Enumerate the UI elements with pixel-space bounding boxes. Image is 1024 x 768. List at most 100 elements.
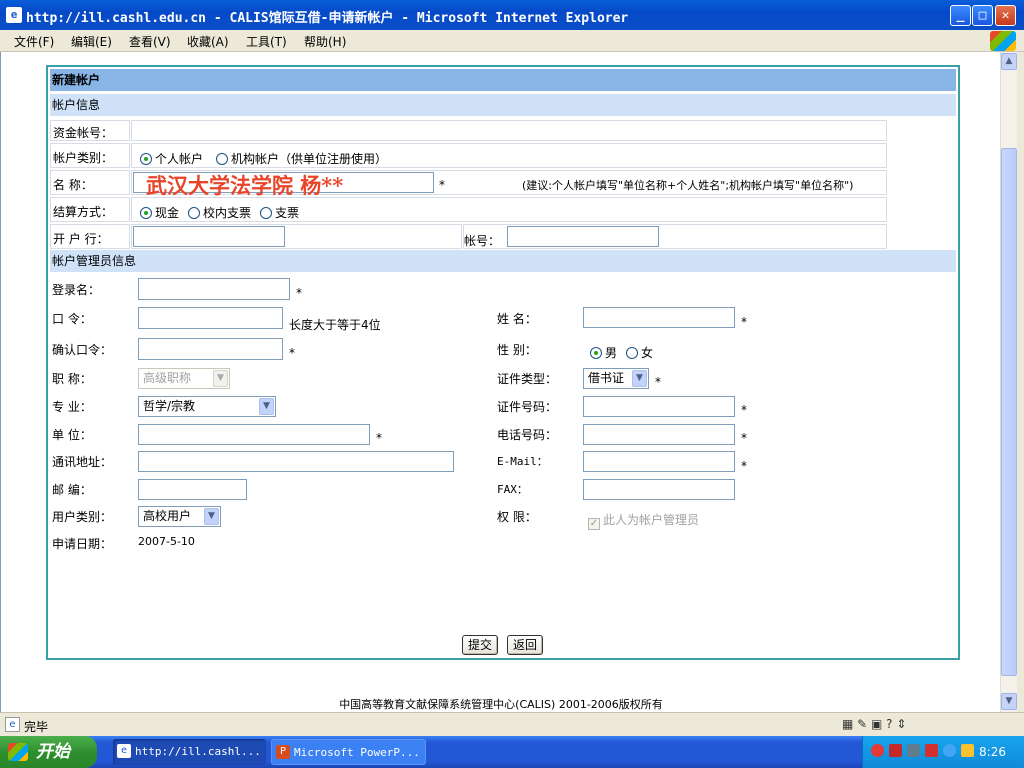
task-ie[interactable]: e http://ill.cashl... <box>113 739 266 765</box>
tray-app-icon[interactable] <box>871 744 884 757</box>
clock: 8:26 <box>979 745 1006 759</box>
address-label: 通讯地址： <box>52 455 113 469</box>
window-edge <box>1017 52 1024 712</box>
window-title-bar[interactable]: e http://ill.cashl.edu.cn - CALIS馆际互借-申请… <box>0 0 1024 30</box>
menu-file[interactable]: 文件(F) <box>14 33 54 50</box>
shield-icon[interactable] <box>889 744 902 757</box>
phone-input[interactable] <box>583 424 735 445</box>
system-tray: 8:26 <box>862 736 1024 768</box>
realname-input[interactable] <box>583 307 735 328</box>
major-select-value: 哲学/宗教 <box>143 399 196 413</box>
address-input[interactable] <box>138 451 454 472</box>
settlement-cash[interactable]: 现金 <box>140 204 179 221</box>
major-select[interactable]: 哲学/宗教 ▼ <box>138 396 276 417</box>
radio-personal-label: 个人帐户 <box>155 152 204 166</box>
id-type-select-value: 借书证 <box>588 371 625 385</box>
bank-input[interactable] <box>133 226 285 247</box>
unit-required-mark: * <box>376 431 382 445</box>
menu-help[interactable]: 帮助(H) <box>304 33 346 50</box>
chevron-down-icon[interactable]: ▼ <box>259 398 274 415</box>
submit-button[interactable]: 提交 <box>462 635 498 655</box>
email-label: E-Mail： <box>497 455 548 468</box>
fax-input[interactable] <box>583 479 735 500</box>
admin-checkbox: ✓ 此人为帐户管理员 <box>588 511 699 530</box>
settlement-cell: 现金 校内支票 支票 <box>131 197 887 222</box>
unit-label: 单 位： <box>52 428 92 442</box>
task-powerpoint-label: Microsoft PowerP... <box>294 746 420 759</box>
radio-cash[interactable] <box>140 207 152 219</box>
security-icon[interactable] <box>961 744 974 757</box>
start-button[interactable]: 开始 <box>0 736 97 768</box>
id-no-label: 证件号码： <box>497 400 558 414</box>
id-type-select[interactable]: 借书证 ▼ <box>583 368 649 389</box>
settlement-label-cell: 结算方式： <box>50 197 130 222</box>
start-label: 开始 <box>36 742 70 762</box>
radio-personal[interactable] <box>140 153 152 165</box>
account-type-institution[interactable]: 机构帐户（供单位注册使用） <box>216 150 387 167</box>
task-powerpoint[interactable]: P Microsoft PowerP... <box>271 739 426 765</box>
radio-female[interactable] <box>626 347 638 359</box>
user-type-select-value: 高校用户 <box>143 509 192 523</box>
minimize-button[interactable]: _ <box>950 5 971 26</box>
menu-view[interactable]: 查看(V) <box>129 33 171 50</box>
permission-label: 权 限： <box>497 510 537 524</box>
back-button[interactable]: 返回 <box>507 635 543 655</box>
name-input[interactable]: 武汉大学法学院 杨** <box>133 172 434 198</box>
account-no-cell: 帐号： <box>463 224 887 249</box>
radio-internal-check[interactable] <box>188 207 200 219</box>
zip-input[interactable] <box>138 479 247 500</box>
windows-flag-icon <box>8 743 28 761</box>
user-type-select[interactable]: 高校用户 ▼ <box>138 506 221 527</box>
taskbar: 开始 e http://ill.cashl... P Microsoft Pow… <box>0 736 1024 768</box>
new-account-form: 新建帐户 帐户信息 资金帐号： 帐户类别： 个人帐户 机构帐户（供单位注册使用）… <box>46 65 960 660</box>
login-input[interactable] <box>138 278 290 300</box>
maximize-button[interactable]: □ <box>972 5 993 26</box>
account-type-personal[interactable]: 个人帐户 <box>140 150 203 167</box>
gender-female[interactable]: 女 <box>626 344 653 361</box>
confirm-password-input[interactable] <box>138 338 283 360</box>
password-input[interactable] <box>138 307 283 329</box>
id-type-label: 证件类型： <box>497 372 558 386</box>
gender-label: 性 别： <box>497 343 537 357</box>
ie-icon: e <box>6 7 22 23</box>
status-text: 完毕 <box>24 720 49 734</box>
settlement-check[interactable]: 支票 <box>260 204 299 221</box>
antivirus-icon[interactable] <box>925 744 938 757</box>
unit-input[interactable] <box>138 424 370 445</box>
network-icon[interactable] <box>907 744 920 757</box>
password-hint: 长度大于等于4位 <box>289 318 381 332</box>
chevron-down-icon[interactable]: ▼ <box>632 370 647 387</box>
radio-cash-label: 现金 <box>155 206 180 220</box>
id-no-input[interactable] <box>583 396 735 417</box>
account-no-input[interactable] <box>507 226 659 247</box>
radio-check[interactable] <box>260 207 272 219</box>
account-type-label: 帐户类别： <box>53 151 114 165</box>
settlement-label: 结算方式： <box>53 205 114 219</box>
settlement-internal-check[interactable]: 校内支票 <box>188 204 251 221</box>
chevron-down-icon[interactable]: ▼ <box>204 508 219 525</box>
window-title: http://ill.cashl.edu.cn - CALIS馆际互借-申请新帐… <box>26 11 629 26</box>
close-button[interactable]: ✕ <box>995 5 1016 26</box>
menu-tools[interactable]: 工具(T) <box>246 33 287 50</box>
name-label-cell: 名 称： <box>50 170 130 195</box>
zip-label: 邮 编： <box>52 483 92 497</box>
menu-edit[interactable]: 编辑(E) <box>71 33 112 50</box>
radio-institution[interactable] <box>216 153 228 165</box>
title-label: 职 称： <box>52 372 92 386</box>
menu-favorites[interactable]: 收藏(A) <box>187 33 229 50</box>
email-input[interactable] <box>583 451 735 472</box>
scroll-up-icon[interactable]: ▲ <box>1001 53 1017 70</box>
radio-male[interactable] <box>590 347 602 359</box>
scroll-down-icon[interactable]: ▼ <box>1001 693 1017 710</box>
ime-icon[interactable] <box>943 744 956 757</box>
gender-male[interactable]: 男 <box>590 344 617 361</box>
name-required-mark: * <box>439 178 445 192</box>
account-type-label-cell: 帐户类别： <box>50 143 130 168</box>
id-no-required-mark: * <box>741 403 747 417</box>
confirm-password-label: 确认口令： <box>52 343 113 357</box>
account-info-section: 帐户信息 <box>50 94 956 116</box>
scroll-thumb[interactable] <box>1001 148 1017 676</box>
radio-male-label: 男 <box>605 346 618 360</box>
phone-label: 电话号码： <box>497 428 558 442</box>
vertical-scrollbar[interactable]: ▲ ▼ <box>1000 52 1017 712</box>
